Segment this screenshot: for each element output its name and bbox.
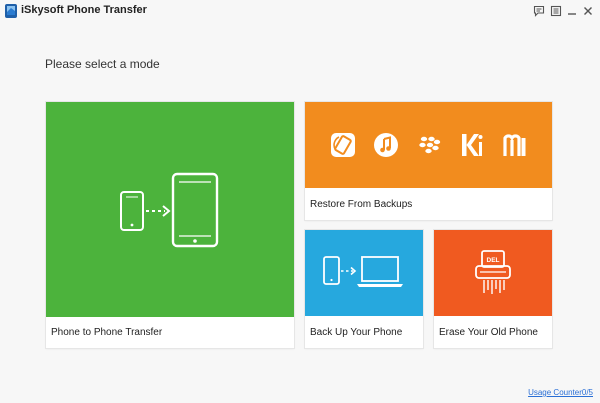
title-bar: iSkysoft Phone Transfer xyxy=(0,0,600,22)
close-button[interactable] xyxy=(580,3,596,19)
feedback-icon xyxy=(533,5,545,17)
minimize-icon xyxy=(568,13,576,15)
phone-to-phone-label: Phone to Phone Transfer xyxy=(51,327,163,338)
backup-label: Back Up Your Phone xyxy=(310,327,403,338)
minimize-button[interactable] xyxy=(564,3,580,19)
phone-to-phone-art xyxy=(46,102,294,317)
back-up-your-phone-tile[interactable]: Back Up Your Phone xyxy=(305,230,423,348)
phone-to-laptop-icon xyxy=(323,256,403,287)
svg-text:DEL: DEL xyxy=(487,257,500,264)
mobiletrans-icon xyxy=(502,134,525,156)
itunes-icon xyxy=(373,133,398,157)
restore-from-backups-tile[interactable]: Restore From Backups xyxy=(305,102,552,220)
app-title: iSkysoft Phone Transfer xyxy=(21,4,147,16)
app-logo-icon xyxy=(5,4,17,18)
shredder-icon: DEL xyxy=(475,250,511,294)
restore-art xyxy=(305,102,552,188)
backup-art xyxy=(305,230,423,316)
usage-counter-link[interactable]: Usage Counter0/5 xyxy=(528,388,593,397)
close-icon xyxy=(584,7,592,15)
restore-label: Restore From Backups xyxy=(310,199,413,210)
phone-to-phone-transfer-tile[interactable]: Phone to Phone Transfer xyxy=(46,102,294,348)
menu-button[interactable] xyxy=(548,3,564,19)
menu-icon xyxy=(550,5,562,17)
erase-your-old-phone-tile[interactable]: DEL Erase Your Old Phone xyxy=(434,230,552,348)
erase-art: DEL xyxy=(434,230,552,316)
blackberry-icon xyxy=(418,136,440,154)
mode-prompt: Please select a mode xyxy=(45,57,160,71)
feedback-button[interactable] xyxy=(531,3,547,19)
kies-icon xyxy=(461,134,482,156)
phone-backup-icon xyxy=(330,133,355,157)
erase-label: Erase Your Old Phone xyxy=(439,327,538,338)
phone-to-phone-icon xyxy=(120,172,219,247)
